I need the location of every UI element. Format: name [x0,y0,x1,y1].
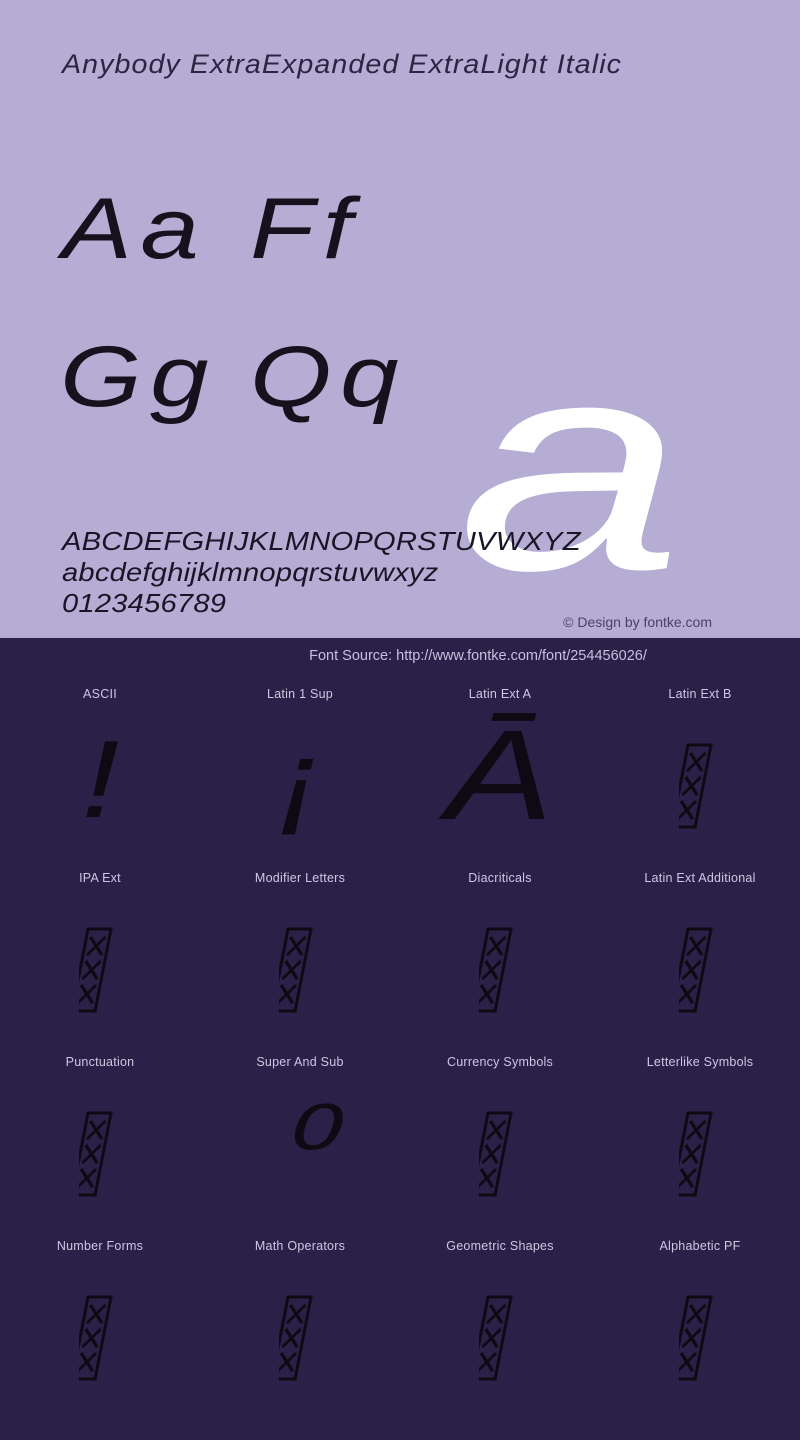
notdef-tofu-icon [279,927,313,1013]
alphabet-block: ABCDEFGHIJKLMNOPQRSTUVWXYZ abcdefghijklm… [62,526,762,619]
notdef-tofu-icon [479,1111,513,1197]
unicode-block-label: ASCII [83,687,117,701]
unicode-block-sample [400,1262,600,1392]
unicode-sample-glyph: ¡ [277,718,323,841]
unicode-block-row: IPA Ext Modifier Letters Diacriticals Latin… [0,862,800,1046]
glyph-pair-aa: Aa [62,181,208,277]
unicode-block-label: Diacriticals [468,871,532,885]
unicode-block-cell[interactable]: Latin 1 Sup ¡ [200,678,400,862]
unicode-block-row: ASCII! Latin 1 Sup ¡ Latin Ext A Ā Latin Ext … [0,678,800,862]
unicode-block-sample [200,1262,400,1392]
glyph-pair-ff: Ff [250,181,361,277]
unicode-coverage-panel: Font Source: http://www.fontke.com/font/… [0,638,800,1440]
font-specimen-page: Anybody ExtraExpanded ExtraLight Italic … [0,0,800,1440]
copyright-notice: © Design by fontke.com [563,614,712,630]
unicode-block-label: Latin 1 Sup [267,687,333,701]
unicode-sample-glyph: ! [80,718,120,841]
unicode-block-label: Geometric Shapes [446,1239,554,1253]
unicode-block-row: Punctuation Super And Sub ⁰ Currency Symbol… [0,1046,800,1230]
unicode-block-sample: Ā [400,710,600,840]
unicode-block-label: Currency Symbols [446,1055,554,1069]
notdef-tofu-icon [679,927,713,1013]
unicode-block-sample [600,1078,800,1208]
unicode-block-label: Latin Ext A [468,687,532,701]
unicode-block-cell[interactable]: Letterlike Symbols [600,1046,800,1230]
unicode-block-sample: ⁰ [200,1078,400,1208]
unicode-block-sample [200,894,400,1024]
notdef-tofu-icon [79,1295,113,1381]
unicode-block-row: Number Forms Math Operators Geometric Shap… [0,1230,800,1414]
notdef-tofu-icon [479,927,513,1013]
unicode-block-cell[interactable]: Geometric Shapes [400,1230,600,1414]
glyph-pair-gg: Gg [60,329,218,425]
notdef-tofu-icon [79,927,113,1013]
unicode-block-label: Super And Sub [256,1055,344,1069]
alphabet-uppercase: ABCDEFGHIJKLMNOPQRSTUVWXYZ [62,526,581,556]
unicode-block-cell[interactable]: Math Operators [200,1230,400,1414]
unicode-block-sample [0,894,200,1024]
notdef-tofu-icon [79,1111,113,1197]
unicode-block-cell[interactable]: Currency Symbols [400,1046,600,1230]
unicode-block-sample [600,710,800,840]
unicode-block-label: Number Forms [56,1239,144,1253]
unicode-block-sample [400,1078,600,1208]
unicode-block-cell[interactable]: IPA Ext [0,862,200,1046]
unicode-block-label: Math Operators [254,1239,346,1253]
unicode-block-label: Alphabetic PF [659,1239,741,1253]
unicode-block-sample [600,1262,800,1392]
notdef-tofu-icon [279,1295,313,1381]
notdef-tofu-icon [679,1295,713,1381]
unicode-block-sample [0,1078,200,1208]
unicode-block-grid: ASCII! Latin 1 Sup ¡ Latin Ext A Ā Latin Ext … [0,678,800,1414]
unicode-block-label: Letterlike Symbols [646,1055,754,1069]
alphabet-lowercase: abcdefghijklmnopqrstuvwxyz [62,557,439,587]
font-title: Anybody ExtraExpanded ExtraLight Italic [62,49,622,79]
unicode-block-sample: ! [0,710,200,840]
glyph-pair-grid: Aa Ff Gg Qq a [0,170,800,615]
unicode-block-cell[interactable]: Latin Ext Additional [600,862,800,1046]
unicode-block-cell[interactable]: Latin Ext A Ā [400,678,600,862]
notdef-tofu-icon [679,743,713,829]
unicode-block-cell[interactable]: ASCII! [0,678,200,862]
unicode-block-cell[interactable]: Latin Ext B [600,678,800,862]
unicode-block-cell[interactable]: Modifier Letters [200,862,400,1046]
unicode-block-cell[interactable]: Alphabetic PF [600,1230,800,1414]
unicode-block-sample: ¡ [200,710,400,840]
unicode-block-label: Modifier Letters [254,871,346,885]
unicode-block-label: Latin Ext Additional [644,871,756,885]
font-source-url: Font Source: http://www.fontke.com/font/… [309,648,647,664]
unicode-block-sample [400,894,600,1024]
notdef-tofu-icon [679,1111,713,1197]
unicode-block-cell[interactable]: Super And Sub ⁰ [200,1046,400,1230]
unicode-block-label: Latin Ext B [668,687,732,701]
specimen-panel: Anybody ExtraExpanded ExtraLight Italic … [0,0,800,638]
unicode-sample-glyph: Ā [446,704,554,847]
notdef-tofu-icon [479,1295,513,1381]
unicode-block-sample [600,894,800,1024]
unicode-block-cell[interactable]: Diacriticals [400,862,600,1046]
glyph-pair-qq: Qq [250,329,408,425]
unicode-block-label: Punctuation [65,1055,135,1069]
unicode-block-label: IPA Ext [79,871,121,885]
unicode-block-cell[interactable]: Number Forms [0,1230,200,1414]
unicode-sample-glyph: ⁰ [272,1086,328,1209]
unicode-block-sample [0,1262,200,1392]
unicode-block-cell[interactable]: Punctuation [0,1046,200,1230]
